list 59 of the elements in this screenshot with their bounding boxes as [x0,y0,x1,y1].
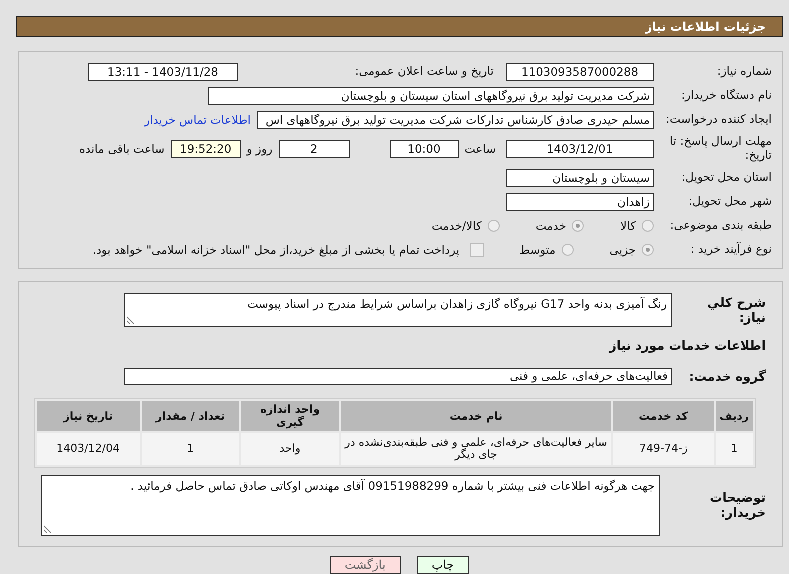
page-title: جزئیات اطلاعات نیاز [645,20,766,34]
radio-label: جزیی [610,243,636,257]
checkbox[interactable] [470,243,484,257]
field-label: شرح کلي نياز: [706,295,767,325]
column-header: ردیف [716,401,753,431]
section-title: اطلاعات خدمات مورد نیاز [608,338,766,352]
radio-button[interactable] [562,244,574,256]
radio-label: کالا/خدمت [432,219,482,233]
field-value: 1103093587000288 [506,63,654,81]
print-button[interactable]: چاپ [416,556,470,574]
column-header: نام خدمت [341,401,612,431]
field-label: ایجاد کننده درخواست: [665,113,772,127]
radio-button[interactable] [642,244,654,256]
field-value: شرکت مدیریت تولید برق نیروگاههای استان سیستان و بلوچستان [208,87,654,105]
buyer-notes-textarea[interactable]: جهت هرگونه اطلاعات فنی بیشتر با شماره 09151988299 آقای مهندس اوکاتی صادق تماس حاصل فرمائید . [41,474,660,536]
buyer-contact-link[interactable]: اطلاعات تماس خریدار [144,113,251,127]
table-cell: واحد [241,433,340,465]
field-value: 1403/11/28 - 13:11 [88,63,238,81]
field-label: طبقه بندی موضوعی: [669,219,772,233]
radio-label: کالا [620,219,636,233]
field-value: 19:52:20 [170,140,241,158]
resize-grip-icon[interactable] [44,524,52,532]
remaining-label: ساعت باقی مانده [80,142,165,156]
column-header: تاریخ نیاز [37,401,140,431]
field-label: نام دستگاه خریدار: [680,89,772,103]
radio-button[interactable] [572,220,584,232]
column-header: تعداد / مقدار [142,401,240,431]
field-label: تاریخ و ساعت اعلان عمومی: [354,65,495,79]
field-label: استان محل تحویل: [680,171,772,185]
field-value: مسلم حیدری صادق کارشناس تدارکات شرکت مدیریت تولید برق نیروگاههای اس [257,111,654,129]
field-value: 10:00 [390,140,459,158]
field-value: 2 [278,140,350,158]
table-cell: سایر فعالیت‌های حرفه‌ای، علمی و فنی طبقه‌بندی‌نشده در جای دیگر [341,433,612,465]
field-label: شماره نیاز: [716,65,772,79]
table-cell: ز-74-749 [613,433,714,465]
column-header: کد خدمت [613,401,714,431]
field-label: نوع فرآیند خرید : [690,243,772,257]
table-cell: 1403/12/04 [37,433,140,465]
back-button[interactable]: بازگشت [330,556,401,574]
summary-textarea[interactable]: رنگ آمیزی بدنه واحد G17 نیروگاه گازی زاهدان براساس شرایط مندرج در اسناد پیوست [124,293,672,327]
radio-label: خدمت [536,219,566,233]
field-value: 1403/12/01 [506,140,654,158]
table-cell: 1 [716,433,753,465]
field-value: سیستان و بلوچستان [506,169,654,187]
table-cell: 1 [142,433,240,465]
field-label: توضیحات خریدار: [709,490,767,520]
time-label: ساعت [464,142,496,156]
field-label: شهر محل تحویل: [688,195,772,209]
column-header: واحد اندازه گیری [241,401,340,431]
field-label: مهلت ارسال پاسخ: تا تاریخ: [668,135,772,163]
radio-button[interactable] [642,220,654,232]
days-label: روز و [246,142,273,156]
radio-label: متوسط [520,243,556,257]
payment-note: پرداخت تمام یا بخشی از مبلغ خرید،از محل "اسناد خزانه اسلامی" خواهد بود. [92,243,460,257]
resize-grip-icon[interactable] [127,316,135,324]
field-value: زاهدان [506,193,654,211]
radio-button[interactable] [488,220,500,232]
service-group-field: فعالیت‌های حرفه‌ای، علمی و فنی [124,368,672,384]
field-label: گروه خدمت: [688,368,767,384]
